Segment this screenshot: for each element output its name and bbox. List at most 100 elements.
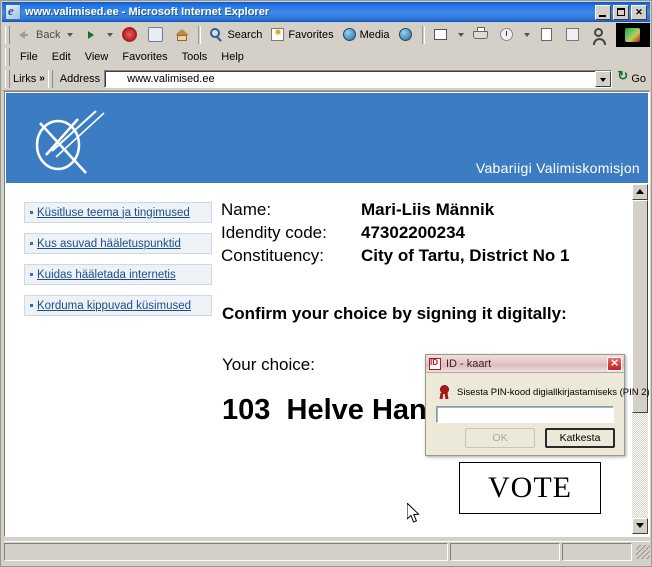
chevron-right-icon[interactable]: » xyxy=(39,73,45,84)
mail-button[interactable] xyxy=(428,24,454,46)
print-button[interactable] xyxy=(468,24,494,46)
selected-candidate: 103 Helve Hani xyxy=(222,394,435,427)
menubar-grip[interactable] xyxy=(5,48,10,66)
ie-animated-logo xyxy=(616,22,650,47)
vote-button[interactable]: VOTE xyxy=(459,462,601,514)
scroll-down-button[interactable] xyxy=(632,518,648,534)
edit-button[interactable] xyxy=(494,24,520,46)
menu-favorites[interactable]: Favorites xyxy=(115,49,174,65)
constituency-value: City of Tartu, District No 1 xyxy=(361,246,570,265)
ok-button[interactable]: OK xyxy=(465,428,535,448)
favorites-label: Favorites xyxy=(288,28,334,41)
favorites-button[interactable]: Favorites xyxy=(265,24,336,46)
menu-file[interactable]: File xyxy=(13,49,45,65)
identity-code-label: Idendity code: xyxy=(221,223,327,242)
your-choice-label: Your choice: xyxy=(222,355,315,374)
forward-dropdown-icon[interactable] xyxy=(107,32,114,37)
menu-help[interactable]: Help xyxy=(214,49,251,65)
go-button[interactable]: Go xyxy=(613,68,650,85)
sidebar-item-kkk[interactable]: Korduma kippuvad küsimused xyxy=(24,295,212,316)
media-label: Media xyxy=(359,28,390,41)
window-controls: ✕ xyxy=(595,4,650,20)
bullet-icon xyxy=(30,273,33,276)
sidebar-item-teema[interactable]: Küsitluse teema ja tingimused xyxy=(24,202,212,223)
page-scrollbar[interactable] xyxy=(632,184,648,534)
scroll-up-button[interactable] xyxy=(632,184,648,200)
home-icon xyxy=(172,25,192,45)
identity-code-value: 47302200234 xyxy=(361,223,466,242)
back-button[interactable]: Back xyxy=(13,24,63,46)
internet-explorer-window: www.valimised.ee - Microsoft Internet Ex… xyxy=(0,0,652,567)
address-input[interactable]: www.valimised.ee xyxy=(104,69,613,88)
research-button[interactable] xyxy=(560,24,586,46)
chevron-down-icon[interactable] xyxy=(595,70,612,87)
sidebar-item-internetis[interactable]: Kuidas hääletada internetis xyxy=(24,264,212,285)
status-zone xyxy=(562,543,632,561)
cancel-button[interactable]: Katkesta xyxy=(545,428,615,448)
resize-grip-icon[interactable] xyxy=(636,545,650,559)
title-bar: www.valimised.ee - Microsoft Internet Ex… xyxy=(2,2,650,22)
messenger-button[interactable] xyxy=(586,24,612,46)
links-label[interactable]: Lirks xyxy=(13,73,36,85)
stop-button[interactable] xyxy=(117,24,143,46)
dialog-prompt-text: Sisesta PIN-kood digiallkirjastamiseks (… xyxy=(457,386,650,398)
history-button[interactable] xyxy=(393,24,419,46)
crossed-ballot-logo-icon xyxy=(35,110,105,174)
stop-icon xyxy=(120,25,140,45)
menu-view[interactable]: View xyxy=(78,49,116,65)
name-label: Name: xyxy=(221,200,272,219)
person-icon xyxy=(589,25,609,45)
dialog-title-bar: ID - kaart xyxy=(426,355,624,373)
browser-toolbar: Back Search Favorites Media xyxy=(2,22,650,48)
dialog-title: ID - kaart xyxy=(446,357,492,370)
refresh-button[interactable] xyxy=(143,24,169,46)
voter-details: Name: Mari-Liis Männik Idendity code: 47… xyxy=(221,200,569,266)
home-button[interactable] xyxy=(169,24,195,46)
mail-icon xyxy=(431,25,451,45)
toolbar-grip[interactable] xyxy=(5,25,10,44)
scrollbar-track[interactable] xyxy=(632,200,648,518)
id-card-pin-dialog: ID - kaart Sisesta PIN-kood digiallkirja… xyxy=(425,354,650,456)
candidate-number: 103 xyxy=(222,394,271,426)
dialog-close-icon[interactable] xyxy=(607,355,622,371)
media-button[interactable]: Media xyxy=(337,24,393,46)
arrow-left-icon xyxy=(16,25,36,45)
maximize-button[interactable] xyxy=(613,4,629,20)
go-arrow-icon xyxy=(617,68,630,85)
sidebar-item-label: Kus asuvad hääletuspunktid xyxy=(37,237,181,250)
close-button[interactable]: ✕ xyxy=(631,4,647,20)
confirm-heading: Confirm your choice by signing it digita… xyxy=(222,304,567,323)
sidebar-item-label: Korduma kippuvad küsimused xyxy=(37,299,192,312)
toolbar-separator xyxy=(198,25,202,44)
mail-dropdown-icon[interactable] xyxy=(457,32,464,37)
sidebar-item-label: Küsitluse teema ja tingimused xyxy=(37,206,190,219)
status-progress xyxy=(450,543,560,561)
page-icon xyxy=(537,25,557,45)
discuss-button[interactable] xyxy=(534,24,560,46)
ie-page-icon xyxy=(5,3,21,20)
window-title: www.valimised.ee - Microsoft Internet Ex… xyxy=(25,6,270,18)
research-icon xyxy=(563,25,583,45)
toolbar-separator-2 xyxy=(421,25,425,44)
search-button[interactable]: Search xyxy=(204,24,265,46)
dialog-prompt: Sisesta PIN-kood digiallkirjastamiseks (… xyxy=(438,385,650,399)
bullet-icon xyxy=(30,211,33,214)
links-grip[interactable] xyxy=(5,69,10,88)
sidebar-item-haaletuspunktid[interactable]: Kus asuvad hääletuspunktid xyxy=(24,233,212,254)
printer-icon xyxy=(471,25,491,45)
forward-button[interactable] xyxy=(77,24,103,46)
menu-edit[interactable]: Edit xyxy=(45,49,78,65)
search-label: Search xyxy=(227,28,263,41)
scrollbar-thumb[interactable] xyxy=(632,200,648,413)
status-message xyxy=(4,543,448,561)
back-label: Back xyxy=(36,28,61,41)
address-grip[interactable] xyxy=(47,69,53,88)
back-dropdown-icon[interactable] xyxy=(67,32,74,37)
pin-input[interactable] xyxy=(436,406,614,423)
edit-dropdown-icon[interactable] xyxy=(523,32,530,37)
address-label: Address xyxy=(59,72,101,85)
minimize-button[interactable] xyxy=(595,4,611,20)
refresh-icon xyxy=(146,25,166,45)
menu-tools[interactable]: Tools xyxy=(175,49,215,65)
digital-seal-icon xyxy=(438,385,451,399)
